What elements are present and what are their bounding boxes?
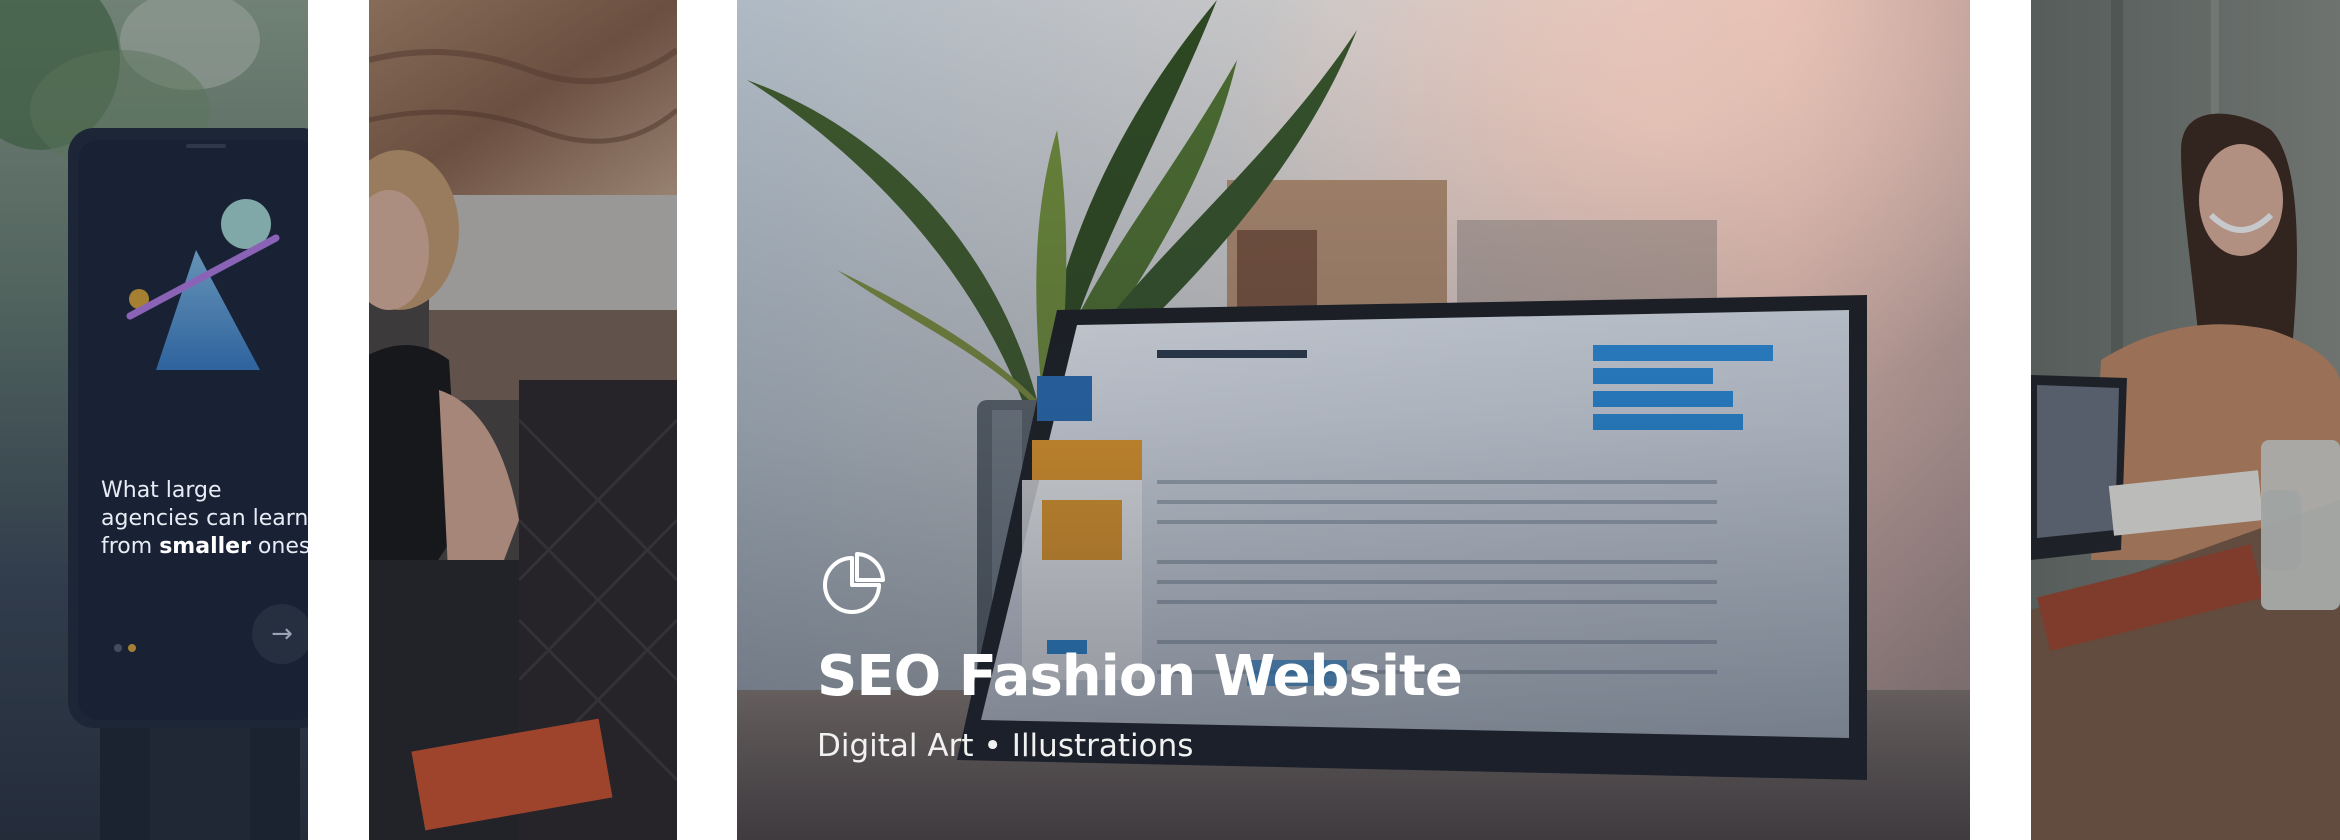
carousel-slide-featured[interactable]: SEO Fashion Website Digital Art • Illustra… [737, 0, 1970, 840]
card-categories: Digital Art • Illustrations [817, 724, 1462, 768]
phone-headline: What large agencies can learn from small… [101, 477, 308, 561]
slide-image-laptop [2031, 0, 2340, 840]
phone-headline-bold: smaller [159, 534, 251, 559]
arrow-right-icon: → [252, 604, 308, 664]
pie-chart-icon [823, 552, 885, 614]
category-link-illustrations[interactable]: Illustrations [1012, 728, 1194, 764]
phone-headline-end: ones [250, 534, 308, 559]
category-link-digital-art[interactable]: Digital Art [817, 728, 974, 764]
category-separator: • [983, 728, 1002, 764]
featured-card-info: SEO Fashion Website Digital Art • Illustra… [817, 550, 1463, 768]
slide-image-reading [369, 0, 677, 840]
card-title[interactable]: SEO Fashion Website [817, 642, 1463, 712]
carousel-slide-laptop[interactable] [2031, 0, 2340, 840]
arrow-glyph: → [271, 619, 293, 649]
carousel-slide-reading[interactable] [369, 0, 677, 840]
slide-image-phone [0, 0, 308, 840]
carousel-slide-phone[interactable]: What large agencies can learn from small… [0, 0, 308, 840]
